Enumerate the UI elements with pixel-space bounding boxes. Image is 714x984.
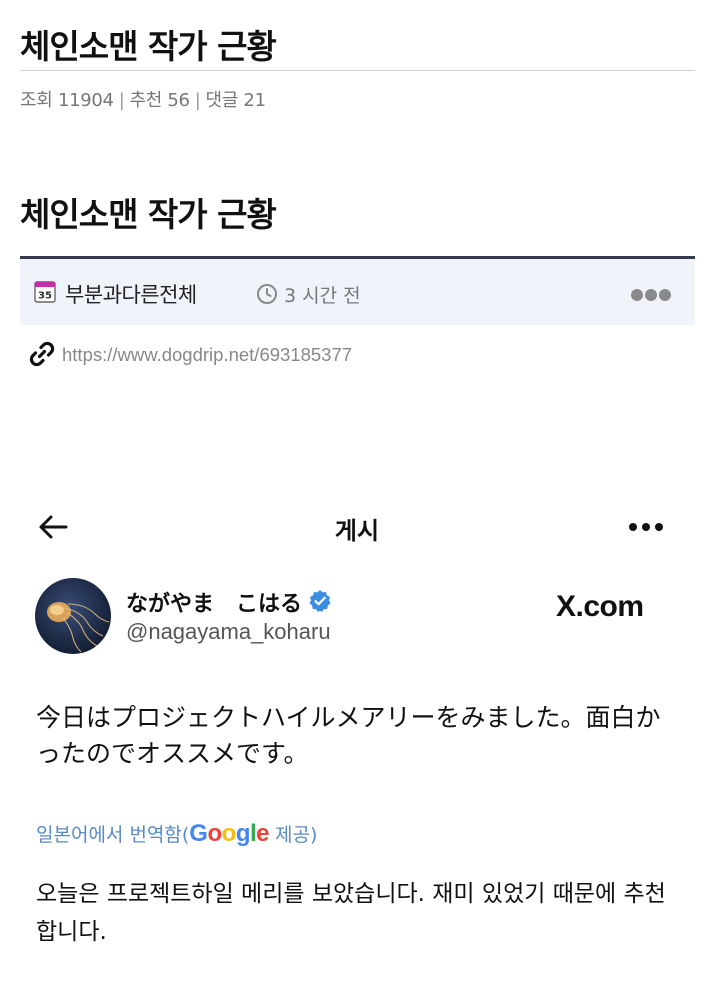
google-logo: Google [189,820,269,847]
calendar-number: 35 [38,291,52,302]
meta-separator: | [194,90,201,111]
more-options-icon[interactable] [630,288,672,302]
translated-text: 오늘은 프로젝트하일 메리를 보았습니다. 재미 있었기 때문에 추천합니다. [36,881,666,945]
google-letter: o [221,820,237,847]
post-title: 체인소맨 작가 근황 [20,27,277,66]
more-icon[interactable] [628,521,664,533]
translation-prefix: 일본어에서 번역함( [36,824,190,846]
recommend-count: 추천 56 [129,90,190,111]
google-letter: e [256,820,270,847]
category-link[interactable]: 부분과다른전체 [65,279,197,309]
display-name[interactable]: ながやま こはる [126,586,302,618]
translation-suffix: 제공) [269,824,318,846]
content-title: 체인소맨 작가 근황 [20,195,277,234]
google-letter: G [189,820,208,847]
title-divider [20,70,695,71]
link-icon [29,341,55,367]
comment-count[interactable]: 댓글 21 [205,90,266,111]
avatar[interactable] [35,578,111,654]
source-link[interactable]: https://www.dogdrip.net/693185377 [62,344,352,366]
post-meta: 조회 11904 | 추천 56 | 댓글 21 [20,86,266,112]
x-com-logo: X.com [556,590,644,623]
tweet-text: 今日はプロジェクトハイルメアリーをみました。面白かったのでオススメです。 [36,703,661,768]
google-letter: o [207,820,222,847]
verified-badge-icon [309,590,331,612]
screen-title: 게시 [334,517,380,545]
meta-separator: | [118,90,125,111]
translation-attribution[interactable]: 일본어에서 번역함(Google 제공) [36,820,317,848]
google-letter: g [235,820,251,847]
time-ago: 3 시간 전 [284,285,361,307]
view-count: 조회 11904 [20,90,114,111]
clock-icon [257,284,277,304]
calendar-icon: 35 [34,281,56,303]
user-handle[interactable]: @nagayama_koharu [126,619,331,645]
post-info-bar: 35 부분과다른전체 3 시간 전 [20,256,695,325]
